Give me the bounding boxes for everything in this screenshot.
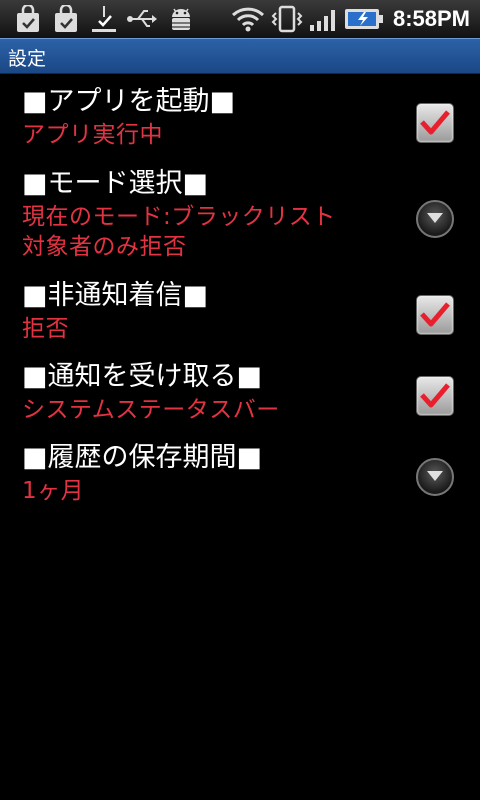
pref-summary: 1ヶ月 — [22, 478, 85, 504]
anonymous-call-checkbox[interactable] — [416, 295, 454, 335]
check-icon — [420, 383, 450, 408]
status-bar: 8:58PM — [0, 0, 480, 39]
page-title: 設定 — [8, 48, 47, 70]
shopping-bag-icon — [52, 5, 80, 33]
pref-title: ■通知を受け取る■ — [22, 361, 263, 392]
shopping-bag-icon — [14, 5, 42, 33]
pref-title: ■非通知着信■ — [22, 280, 209, 311]
download-done-icon — [90, 5, 118, 33]
usb-icon — [126, 5, 158, 33]
chevron-down-icon — [427, 471, 443, 481]
signal-icon — [308, 5, 340, 33]
mode-select-dropdown[interactable] — [416, 200, 454, 238]
pref-launch-app[interactable]: ■アプリを起動■ アプリ実行中 — [22, 84, 402, 150]
receive-notifications-checkbox[interactable] — [416, 376, 454, 416]
pref-summary: アプリ実行中 — [22, 122, 163, 148]
pref-anonymous-call[interactable]: ■非通知着信■ 拒否 — [22, 278, 402, 344]
pref-title: ■履歴の保存期間■ — [22, 442, 263, 473]
pref-receive-notifications[interactable]: ■通知を受け取る■ システムステータスバー — [22, 359, 402, 425]
chevron-down-icon — [427, 213, 443, 223]
pref-summary: 現在のモード:ブラックリスト 対象者のみ拒否 — [22, 204, 336, 260]
vibrate-icon — [270, 5, 304, 33]
pref-summary: システムステータスバー — [22, 397, 280, 423]
wifi-icon — [230, 5, 266, 33]
battery-charging-icon — [344, 5, 384, 33]
history-retention-dropdown[interactable] — [416, 458, 454, 496]
check-icon — [420, 110, 450, 135]
pref-title: ■モード選択■ — [22, 168, 209, 199]
pref-title: ■アプリを起動■ — [22, 86, 236, 117]
title-bar: 設定 — [0, 38, 480, 74]
clock: 8:58PM — [392, 6, 470, 31]
pref-mode-select[interactable]: ■モード選択■ 現在のモード:ブラックリスト 対象者のみ拒否 — [22, 166, 402, 262]
check-icon — [420, 302, 450, 327]
pref-summary: 拒否 — [22, 316, 69, 342]
android-debug-icon — [166, 5, 196, 33]
launch-app-checkbox[interactable] — [416, 103, 454, 143]
pref-history-retention[interactable]: ■履歴の保存期間■ 1ヶ月 — [22, 440, 402, 506]
